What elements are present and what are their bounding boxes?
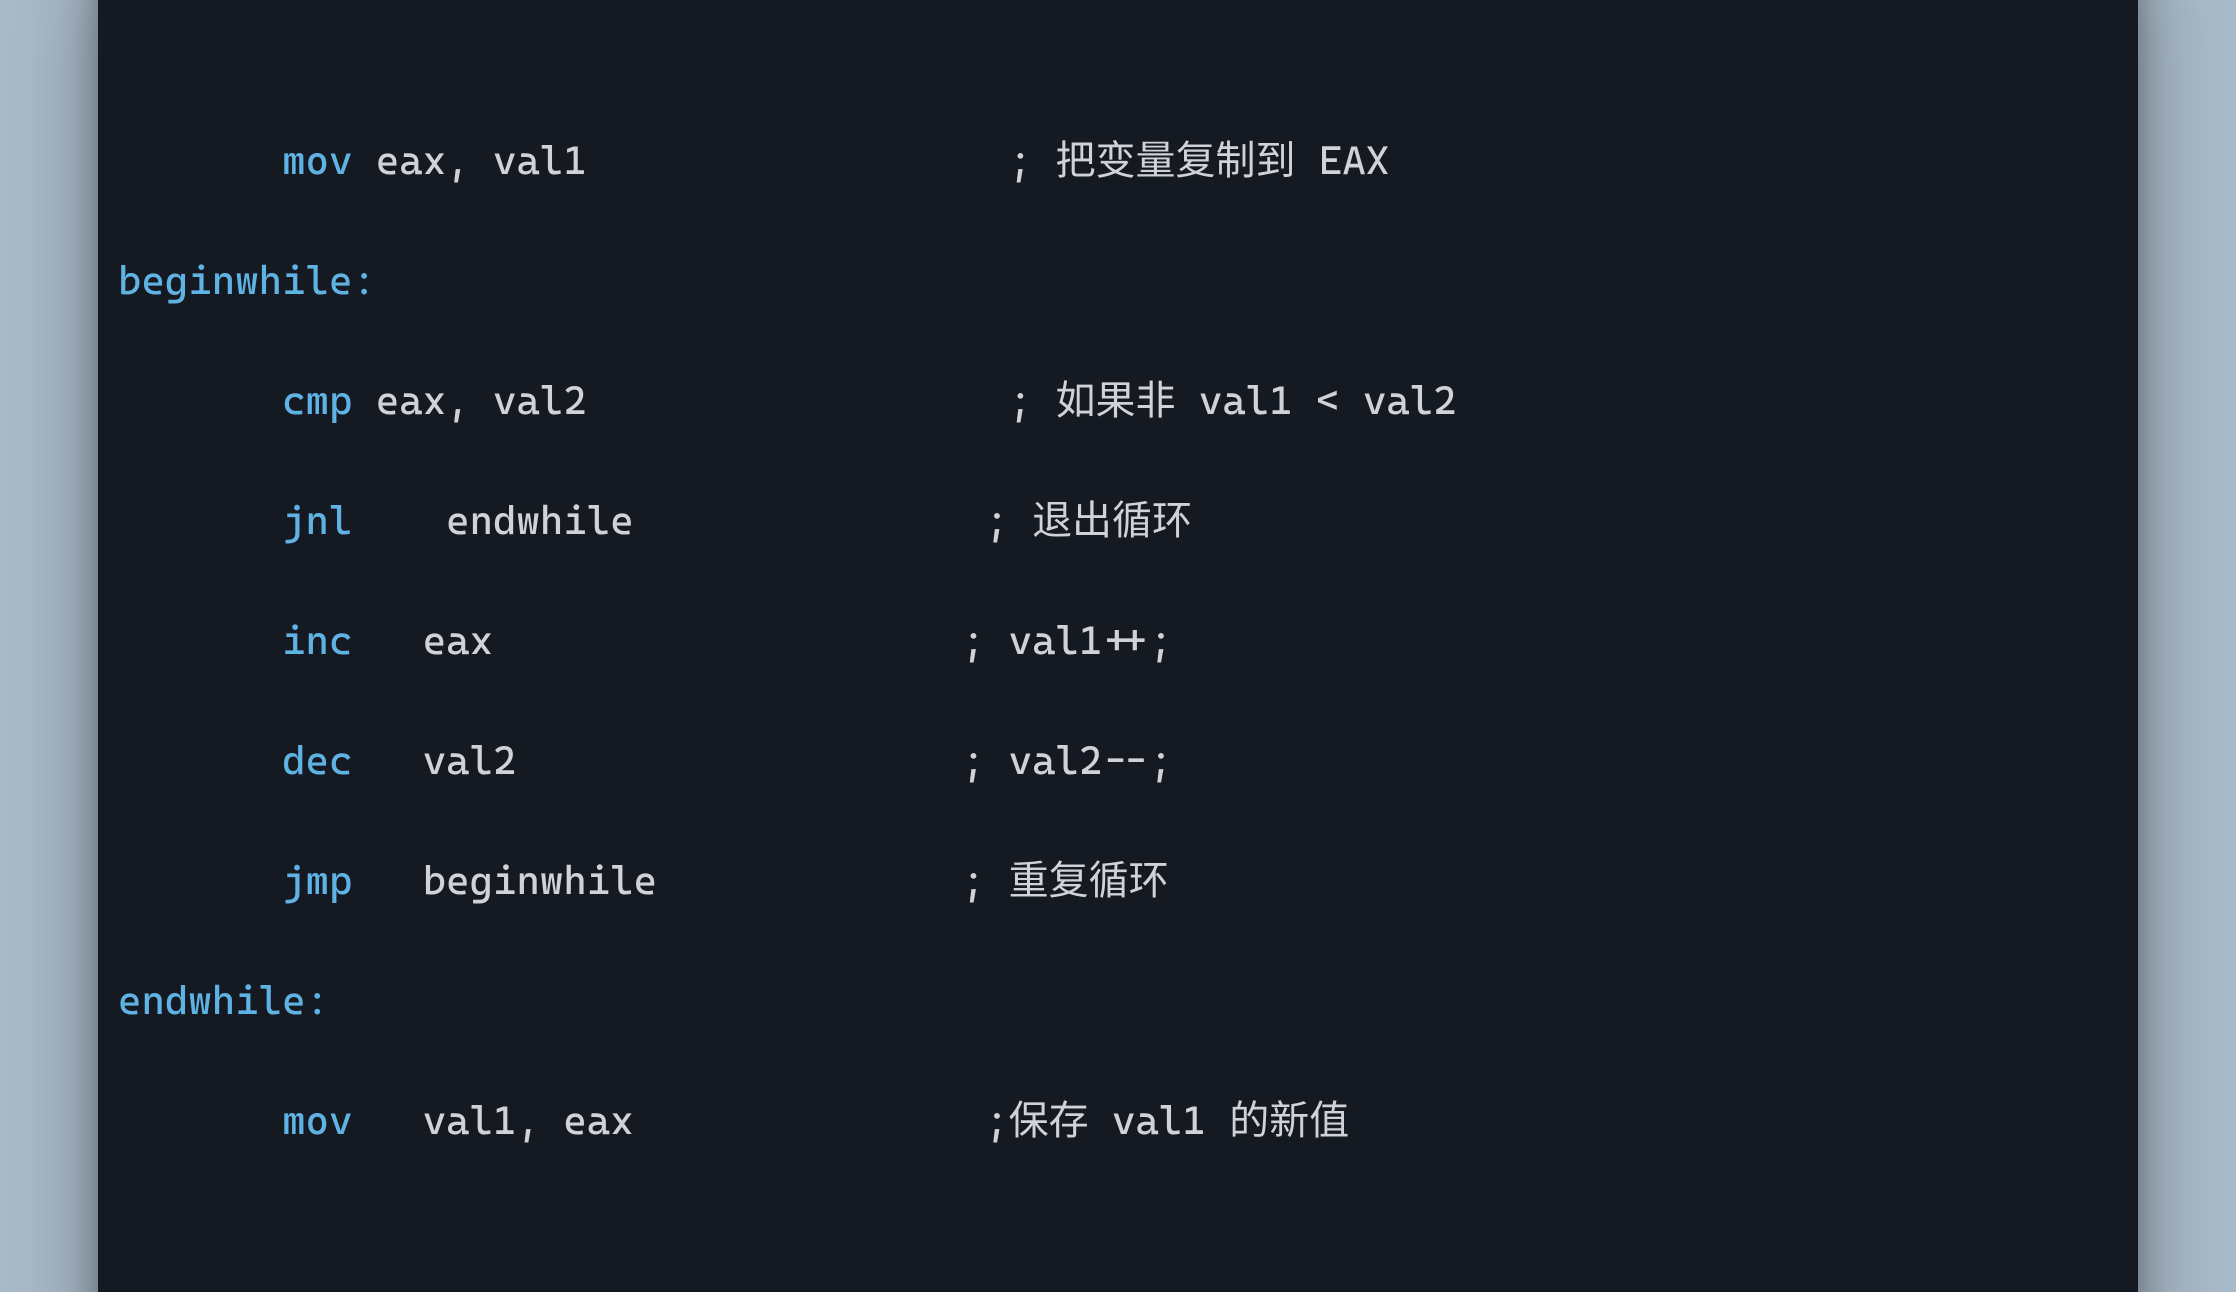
label: endwhile: xyxy=(118,978,329,1024)
code-line: cmp eax, val2 ; 如果非 val1 < val2 xyxy=(118,371,2118,431)
stage: mov eax, val1 ; 把变量复制到 EAX beginwhile: c… xyxy=(0,0,2236,1292)
comment: ; 把变量复制到 EAX xyxy=(1009,138,1390,184)
indent xyxy=(118,618,282,664)
gap xyxy=(352,858,422,904)
indent xyxy=(118,1098,282,1144)
comment: ; 如果非 val1 < val2 xyxy=(1009,378,1457,424)
operands: eax, val1 xyxy=(376,138,587,184)
operands: endwhile xyxy=(446,498,634,544)
mnemonic: mov xyxy=(282,138,352,184)
gap xyxy=(352,1098,422,1144)
gap xyxy=(657,858,962,904)
comment: ; 重复循环 xyxy=(962,858,1169,904)
operands: beginwhile xyxy=(423,858,657,904)
indent xyxy=(118,378,282,424)
code-line: inc eax ; val1++; xyxy=(118,611,2118,671)
comment: ; val1++; xyxy=(962,618,1173,664)
code-line: endwhile: xyxy=(118,971,2118,1031)
code-line: jmp beginwhile ; 重复循环 xyxy=(118,851,2118,911)
indent xyxy=(118,858,282,904)
mnemonic: jnl xyxy=(282,498,352,544)
mnemonic: mov xyxy=(282,1098,352,1144)
mnemonic: inc xyxy=(282,618,352,664)
gap xyxy=(493,618,962,664)
operands: eax, val2 xyxy=(376,378,587,424)
comment: ;保存 val1 的新值 xyxy=(985,1098,1349,1144)
gap xyxy=(352,738,422,784)
gap xyxy=(352,378,375,424)
gap xyxy=(352,138,375,184)
code-window: mov eax, val1 ; 把变量复制到 EAX beginwhile: c… xyxy=(98,0,2138,1292)
gap xyxy=(587,378,1009,424)
gap xyxy=(634,1098,986,1144)
indent xyxy=(118,138,282,184)
code-block: mov eax, val1 ; 把变量复制到 EAX beginwhile: c… xyxy=(98,35,2138,1292)
mnemonic: dec xyxy=(282,738,352,784)
comment: ; 退出循环 xyxy=(985,498,1192,544)
indent xyxy=(118,498,282,544)
operands: val2 xyxy=(423,738,517,784)
code-line: jnl endwhile ; 退出循环 xyxy=(118,491,2118,551)
gap xyxy=(634,498,986,544)
gap xyxy=(352,498,446,544)
code-line: mov val1, eax ;保存 val1 的新值 xyxy=(118,1091,2118,1151)
operands: val1, eax xyxy=(423,1098,634,1144)
gap xyxy=(516,738,961,784)
gap xyxy=(352,618,422,664)
window-titlebar xyxy=(98,0,2138,35)
comment: ; val2--; xyxy=(962,738,1173,784)
label: beginwhile: xyxy=(118,258,376,304)
code-line: dec val2 ; val2--; xyxy=(118,731,2118,791)
code-line: mov eax, val1 ; 把变量复制到 EAX xyxy=(118,131,2118,191)
gap xyxy=(587,138,1009,184)
mnemonic: jmp xyxy=(282,858,352,904)
indent xyxy=(118,738,282,784)
operands: eax xyxy=(423,618,493,664)
code-line: beginwhile: xyxy=(118,251,2118,311)
mnemonic: cmp xyxy=(282,378,352,424)
